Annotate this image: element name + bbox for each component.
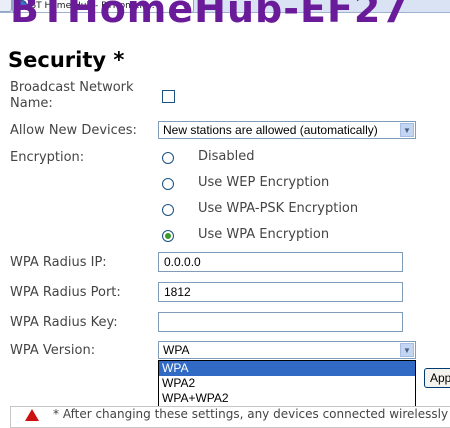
wpa-radius-key-label: WPA Radius Key: bbox=[10, 315, 118, 330]
page-banner-title: BTHomeHub-EF27 bbox=[10, 0, 409, 31]
radio-button[interactable] bbox=[162, 152, 174, 164]
chevron-down-icon[interactable]: ▼ bbox=[400, 123, 414, 137]
allow-new-devices-label: Allow New Devices: bbox=[10, 123, 137, 138]
footer-warning-box: * After changing these settings, any dev… bbox=[10, 406, 450, 428]
wpa-version-label: WPA Version: bbox=[10, 343, 96, 358]
wpa-radius-ip-label: WPA Radius IP: bbox=[10, 255, 107, 270]
wpa-radius-key-input[interactable] bbox=[158, 312, 403, 332]
wpa-radius-port-input[interactable]: 1812 bbox=[158, 282, 403, 302]
broadcast-network-name-checkbox[interactable] bbox=[162, 90, 175, 103]
wpa-version-select[interactable]: WPA ▼ bbox=[158, 341, 416, 359]
radio-button[interactable] bbox=[162, 178, 174, 190]
wpa-version-option[interactable]: WPA bbox=[159, 361, 415, 376]
encryption-option-label: Use WPA-PSK Encryption bbox=[198, 201, 359, 216]
wpa-version-value: WPA bbox=[163, 343, 190, 357]
warning-icon bbox=[25, 409, 39, 421]
encryption-option-label: Use WEP Encryption bbox=[198, 175, 330, 190]
footer-warning-note: * After changing these settings, any dev… bbox=[53, 407, 449, 421]
wpa-version-dropdown-list[interactable]: WPA WPA2 WPA+WPA2 bbox=[158, 360, 416, 407]
radio-button-selected[interactable] bbox=[162, 230, 174, 242]
wpa-version-option[interactable]: WPA+WPA2 bbox=[159, 391, 415, 406]
section-title: Security * bbox=[8, 48, 125, 72]
allow-new-devices-select[interactable]: New stations are allowed (automatically)… bbox=[158, 121, 416, 139]
wpa-version-option[interactable]: WPA2 bbox=[159, 376, 415, 391]
apply-button[interactable]: Apply bbox=[424, 368, 450, 388]
encryption-option-label: Disabled bbox=[198, 149, 255, 164]
allow-new-devices-value: New stations are allowed (automatically) bbox=[163, 123, 378, 137]
radio-button[interactable] bbox=[162, 204, 174, 216]
wpa-radius-port-label: WPA Radius Port: bbox=[10, 285, 121, 300]
broadcast-network-name-label: Broadcast Network Name: bbox=[10, 80, 134, 111]
encryption-option-label: Use WPA Encryption bbox=[198, 227, 330, 242]
encryption-label: Encryption: bbox=[10, 150, 85, 165]
chevron-down-icon[interactable]: ▼ bbox=[400, 343, 414, 357]
wpa-radius-ip-input[interactable]: 0.0.0.0 bbox=[158, 252, 403, 272]
